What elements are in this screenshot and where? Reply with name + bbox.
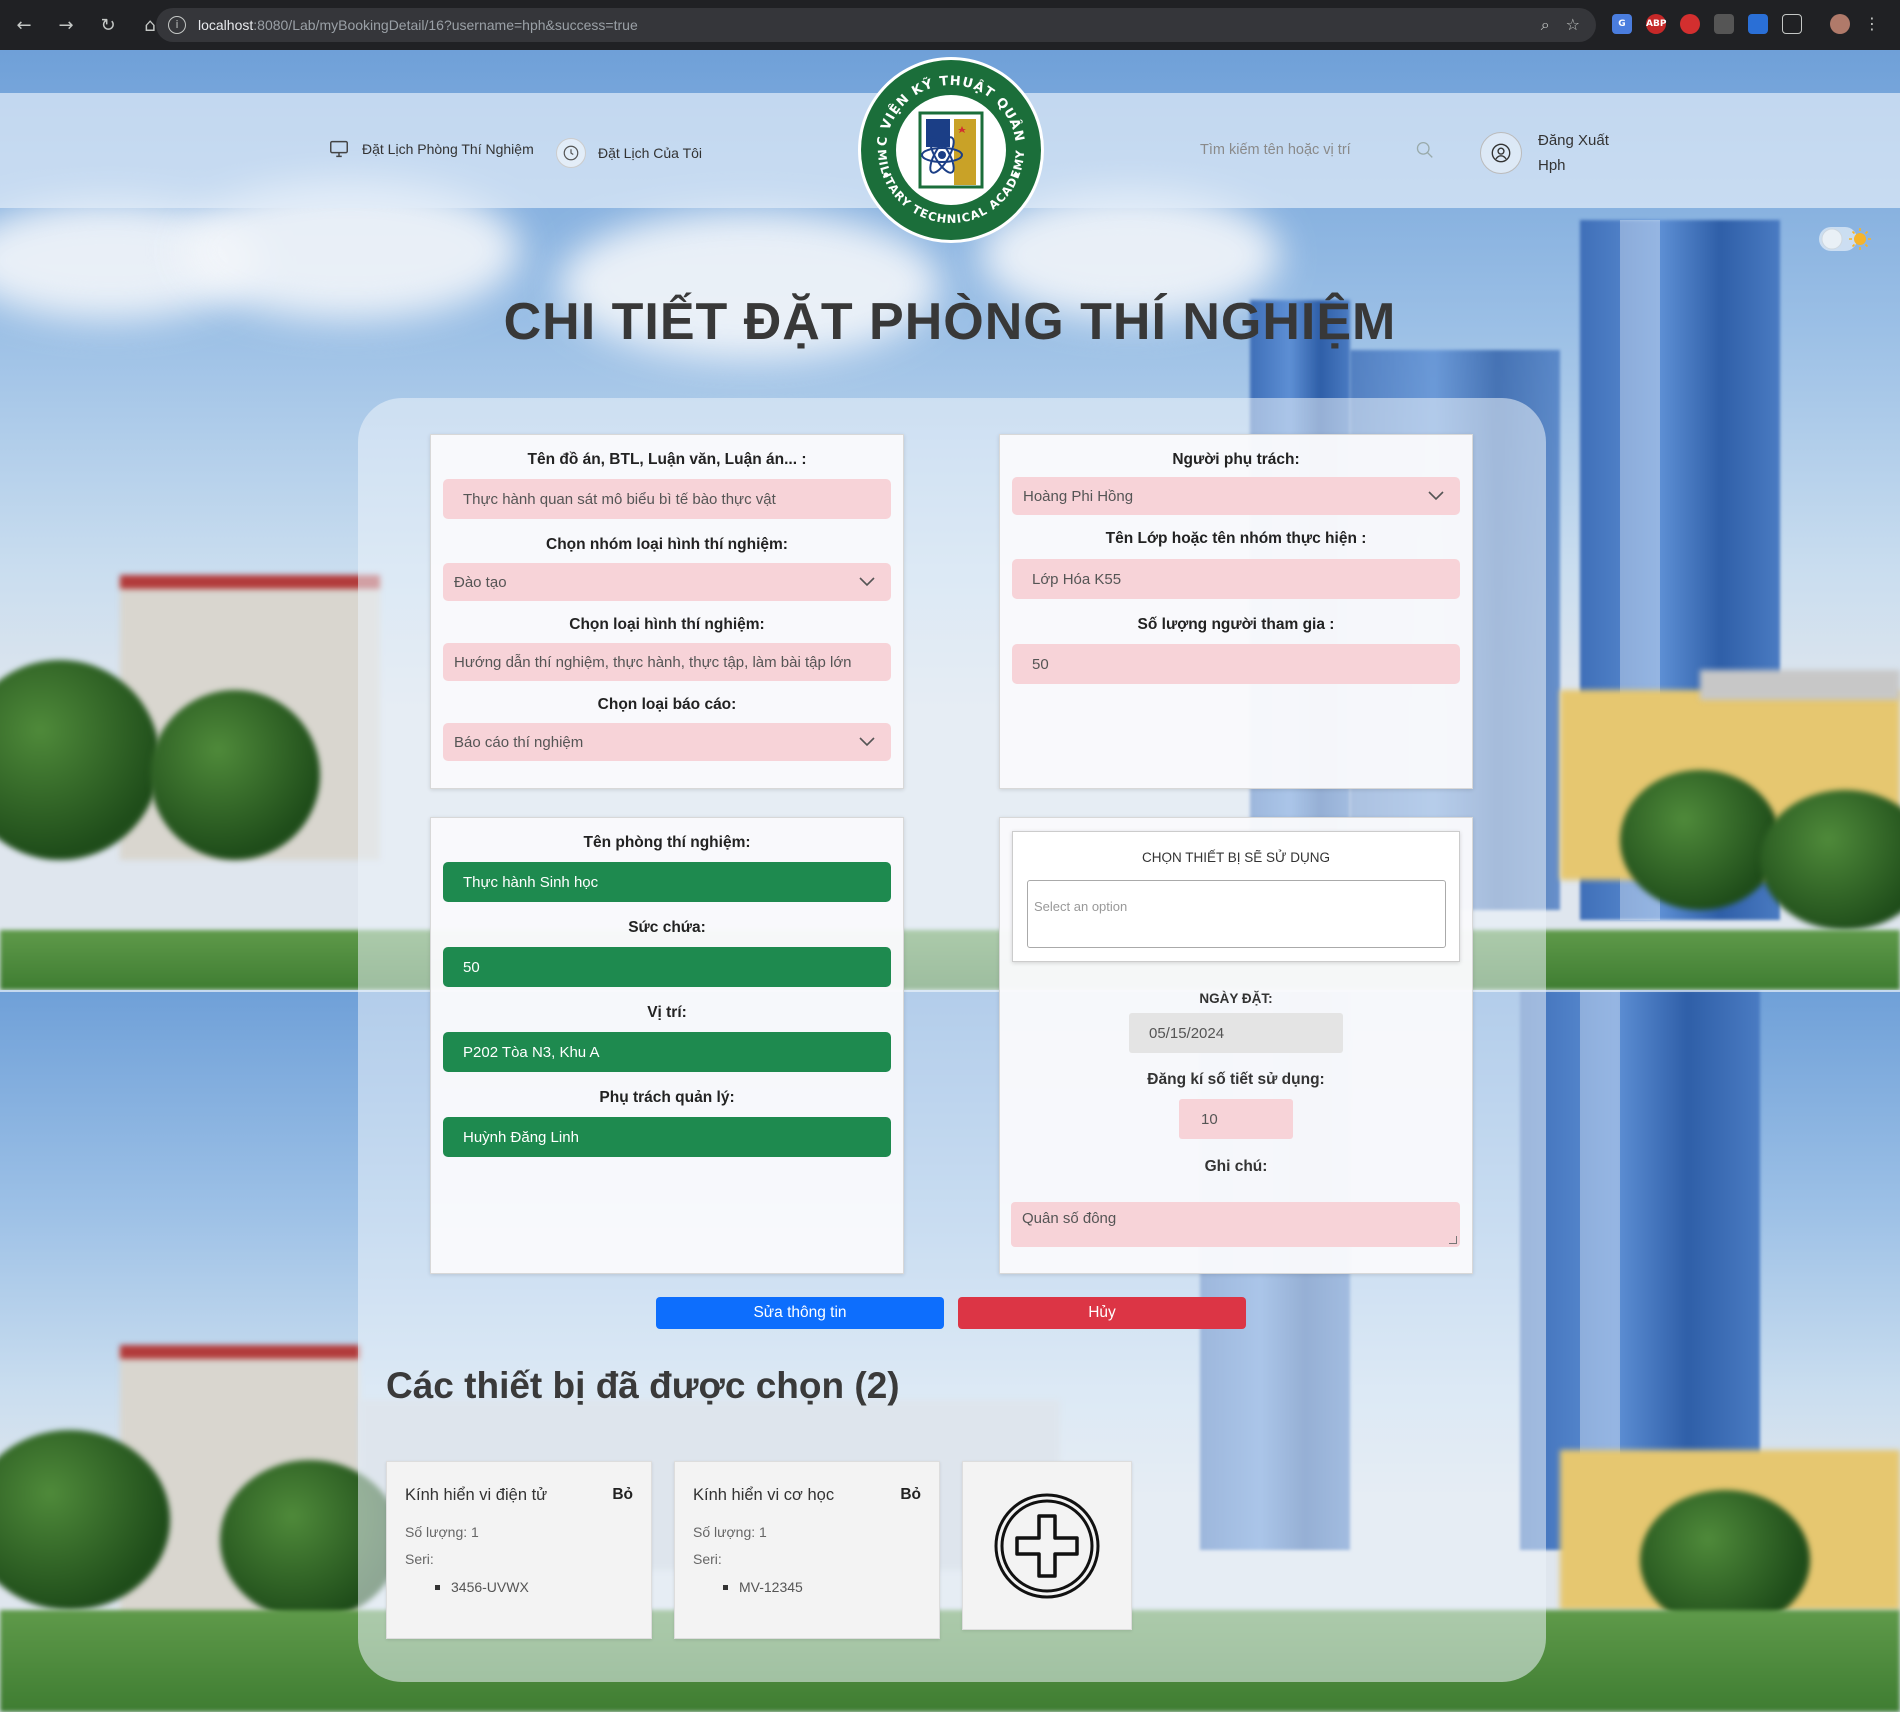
participants-label: Số lượng người tham gia : (1137, 616, 1335, 633)
device-serial-item: 3456-UVWX (435, 1579, 529, 1595)
cancel-button[interactable]: Hủy (958, 1297, 1246, 1329)
report-type-label: Chọn loại báo cáo: (597, 696, 737, 713)
supervisor-card: Người phụ trách: Hoàng Phi Hồng Tên Lớp … (999, 434, 1473, 789)
class-name-label: Tên Lớp hoặc tên nhóm thực hiện : (1105, 530, 1367, 547)
forward-icon[interactable]: → (56, 15, 76, 36)
manager-label: Phụ trách quản lý: (599, 1089, 735, 1106)
remove-device-button[interactable]: Bỏ (612, 1486, 633, 1504)
periods-label: Đăng kí số tiết sử dụng: (1147, 1071, 1325, 1088)
location-label: Vị trí: (647, 1004, 687, 1021)
reload-icon[interactable]: ↻ (98, 15, 118, 36)
academy-logo: HỌC VIỆN KỸ THUẬT QUÂN SỰ MILITARY TECHN… (856, 55, 1044, 243)
chevron-down-icon (859, 737, 875, 747)
group-type-value: Đào tạo (454, 573, 507, 591)
device-name: Kính hiển vi điện tử (405, 1486, 548, 1504)
chevron-down-icon (1428, 491, 1444, 501)
user-menu[interactable]: Đăng Xuất Hph (1480, 128, 1609, 178)
device-name: Kính hiển vi cơ học (693, 1486, 835, 1504)
search-icon[interactable] (1415, 140, 1435, 160)
page-title: CHI TIẾT ĐẶT PHÒNG THÍ NGHIỆM (503, 293, 1397, 351)
search-bar (1200, 130, 1435, 170)
back-icon[interactable]: ← (14, 15, 34, 36)
nav-my-booking[interactable]: Đặt Lịch Của Tôi (556, 138, 702, 168)
exp-type-label: Chọn loại hình thí nghiệm: (569, 616, 765, 633)
report-type-select[interactable]: Báo cáo thí nghiệm (443, 723, 891, 761)
manager-field: Huỳnh Đăng Linh (443, 1117, 891, 1157)
extension-icon[interactable] (1680, 14, 1700, 34)
adblock-extension-icon[interactable]: ABP (1646, 14, 1666, 34)
clock-icon (556, 138, 586, 168)
project-input[interactable]: Thực hành quan sát mô biểu bì tế bào thự… (443, 479, 891, 519)
lab-name-field: Thực hành Sinh học (443, 862, 891, 902)
capacity-field: 50 (443, 947, 891, 987)
device-card: Kính hiển vi điện tử Bỏ Số lượng: 1 Seri… (386, 1461, 652, 1639)
note-label: Ghi chú: (1204, 1158, 1268, 1175)
profile-avatar[interactable] (1830, 14, 1850, 34)
search-input[interactable] (1200, 142, 1398, 158)
shield-extension-icon[interactable] (1748, 14, 1768, 34)
extension-icon[interactable] (1714, 14, 1734, 34)
equipment-title: CHỌN THIẾT BỊ SẼ SỬ DỤNG (1141, 850, 1331, 865)
bookmark-star-icon[interactable]: ☆ (1566, 15, 1580, 35)
logout-link[interactable]: Đăng Xuất (1538, 128, 1609, 153)
project-info-card: Tên đồ án, BTL, Luận văn, Luận án... : T… (430, 434, 904, 789)
supervisor-value: Hoàng Phi Hồng (1023, 487, 1134, 505)
report-type-value: Báo cáo thí nghiệm (454, 733, 584, 751)
menu-kebab-icon[interactable]: ⋮ (1864, 14, 1880, 34)
remove-device-button[interactable]: Bỏ (900, 1486, 921, 1504)
device-serial-item: MV-12345 (723, 1579, 803, 1595)
nav-booking-label: Đặt Lịch Phòng Thí Nghiệm (362, 141, 534, 157)
nav-my-booking-label: Đặt Lịch Của Tôi (598, 145, 703, 161)
date-label: NGÀY ĐẶT: (1199, 991, 1273, 1006)
plus-circle-icon (994, 1493, 1100, 1598)
exp-type-input[interactable]: Hướng dẫn thí nghiệm, thực hành, thực tậ… (443, 643, 891, 681)
note-value: Quân số đông (1022, 1210, 1117, 1227)
edit-button[interactable]: Sửa thông tin (656, 1297, 944, 1329)
zoom-icon[interactable]: ⌕ (1541, 15, 1550, 35)
equipment-multiselect[interactable]: Select an option (1027, 880, 1446, 948)
periods-input[interactable]: 10 (1179, 1099, 1293, 1139)
date-input[interactable]: 05/15/2024 (1129, 1013, 1343, 1053)
translate-extension-icon[interactable]: G (1612, 14, 1632, 34)
supervisor-select[interactable]: Hoàng Phi Hồng (1012, 477, 1460, 515)
chevron-down-icon (859, 577, 875, 587)
site-info-icon[interactable]: i (168, 16, 186, 34)
note-textarea[interactable]: Quân số đông (1011, 1202, 1460, 1247)
url-text: localhost:8080/Lab/myBookingDetail/16?us… (198, 17, 638, 33)
supervisor-label: Người phụ trách: (1172, 451, 1300, 468)
monitor-icon (330, 140, 348, 158)
equipment-selector: CHỌN THIẾT BỊ SẼ SỬ DỤNG Select an optio… (1012, 831, 1460, 962)
resize-handle-icon[interactable] (1449, 1236, 1457, 1244)
device-serial-label: Seri: (405, 1551, 434, 1567)
device-quantity: Số lượng: 1 (405, 1524, 479, 1540)
group-type-label: Chọn nhóm loại hình thí nghiệm: (546, 536, 788, 553)
browser-toolbar: ← → ↻ ⌂ i localhost:8080/Lab/myBookingDe… (0, 0, 1900, 50)
extensions-puzzle-icon[interactable] (1782, 14, 1802, 34)
theme-toggle-icon[interactable] (1818, 224, 1874, 254)
capacity-label: Sức chứa: (628, 919, 706, 936)
address-bar[interactable]: i localhost:8080/Lab/myBookingDetail/16?… (156, 8, 1596, 42)
nav-booking[interactable]: Đặt Lịch Phòng Thí Nghiệm (328, 138, 534, 160)
lab-info-card: Tên phòng thí nghiệm: Thực hành Sinh học… (430, 817, 904, 1274)
selected-devices-title: Các thiết bị đã được chọn (2) (386, 1365, 900, 1406)
device-quantity: Số lượng: 1 (693, 1524, 767, 1540)
participants-input[interactable]: 50 (1012, 644, 1460, 684)
add-device-button[interactable] (962, 1461, 1132, 1630)
device-serial-label: Seri: (693, 1551, 722, 1567)
project-label: Tên đồ án, BTL, Luận văn, Luận án... : (527, 451, 807, 468)
class-name-input[interactable]: Lớp Hóa K55 (1012, 559, 1460, 599)
user-icon (1480, 132, 1522, 174)
group-type-select[interactable]: Đào tạo (443, 563, 891, 601)
username-label: Hph (1538, 157, 1566, 174)
location-field: P202 Tòa N3, Khu A (443, 1032, 891, 1072)
device-card: Kính hiển vi cơ học Bỏ Số lượng: 1 Seri:… (674, 1461, 940, 1639)
lab-name-label: Tên phòng thí nghiệm: (583, 834, 751, 851)
